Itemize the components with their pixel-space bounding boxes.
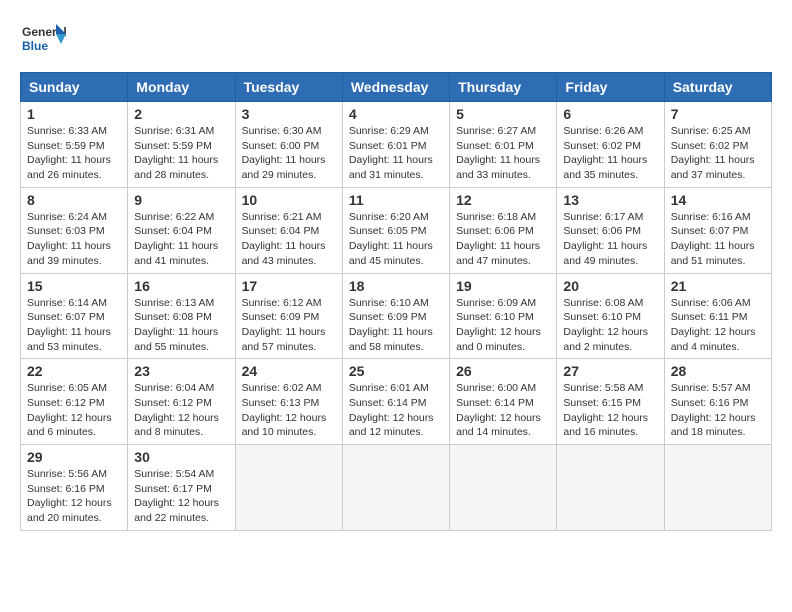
calendar-header-row: SundayMondayTuesdayWednesdayThursdayFrid… xyxy=(21,73,772,102)
calendar-day-25: 25Sunrise: 6:01 AMSunset: 6:14 PMDayligh… xyxy=(342,359,449,445)
weekday-header-wednesday: Wednesday xyxy=(342,73,449,102)
calendar-week-2: 8Sunrise: 6:24 AMSunset: 6:03 PMDaylight… xyxy=(21,187,772,273)
calendar-empty xyxy=(342,445,449,531)
calendar-day-6: 6Sunrise: 6:26 AMSunset: 6:02 PMDaylight… xyxy=(557,102,664,188)
calendar-day-13: 13Sunrise: 6:17 AMSunset: 6:06 PMDayligh… xyxy=(557,187,664,273)
svg-text:Blue: Blue xyxy=(22,39,48,53)
calendar-day-12: 12Sunrise: 6:18 AMSunset: 6:06 PMDayligh… xyxy=(450,187,557,273)
weekday-header-thursday: Thursday xyxy=(450,73,557,102)
calendar-day-22: 22Sunrise: 6:05 AMSunset: 6:12 PMDayligh… xyxy=(21,359,128,445)
calendar-week-3: 15Sunrise: 6:14 AMSunset: 6:07 PMDayligh… xyxy=(21,273,772,359)
calendar-day-10: 10Sunrise: 6:21 AMSunset: 6:04 PMDayligh… xyxy=(235,187,342,273)
calendar-day-20: 20Sunrise: 6:08 AMSunset: 6:10 PMDayligh… xyxy=(557,273,664,359)
logo: General Blue xyxy=(20,20,70,62)
calendar-empty xyxy=(557,445,664,531)
logo-svg: General Blue xyxy=(20,20,70,62)
calendar-day-8: 8Sunrise: 6:24 AMSunset: 6:03 PMDaylight… xyxy=(21,187,128,273)
calendar-day-1: 1Sunrise: 6:33 AMSunset: 5:59 PMDaylight… xyxy=(21,102,128,188)
calendar-empty xyxy=(235,445,342,531)
weekday-header-friday: Friday xyxy=(557,73,664,102)
weekday-header-sunday: Sunday xyxy=(21,73,128,102)
calendar-day-27: 27Sunrise: 5:58 AMSunset: 6:15 PMDayligh… xyxy=(557,359,664,445)
weekday-header-tuesday: Tuesday xyxy=(235,73,342,102)
calendar-day-21: 21Sunrise: 6:06 AMSunset: 6:11 PMDayligh… xyxy=(664,273,771,359)
weekday-header-saturday: Saturday xyxy=(664,73,771,102)
calendar-table: SundayMondayTuesdayWednesdayThursdayFrid… xyxy=(20,72,772,531)
calendar-day-15: 15Sunrise: 6:14 AMSunset: 6:07 PMDayligh… xyxy=(21,273,128,359)
calendar-day-11: 11Sunrise: 6:20 AMSunset: 6:05 PMDayligh… xyxy=(342,187,449,273)
calendar-day-18: 18Sunrise: 6:10 AMSunset: 6:09 PMDayligh… xyxy=(342,273,449,359)
weekday-header-monday: Monday xyxy=(128,73,235,102)
calendar-week-4: 22Sunrise: 6:05 AMSunset: 6:12 PMDayligh… xyxy=(21,359,772,445)
calendar-day-14: 14Sunrise: 6:16 AMSunset: 6:07 PMDayligh… xyxy=(664,187,771,273)
calendar-day-29: 29Sunrise: 5:56 AMSunset: 6:16 PMDayligh… xyxy=(21,445,128,531)
calendar-week-5: 29Sunrise: 5:56 AMSunset: 6:16 PMDayligh… xyxy=(21,445,772,531)
calendar-day-19: 19Sunrise: 6:09 AMSunset: 6:10 PMDayligh… xyxy=(450,273,557,359)
calendar-day-16: 16Sunrise: 6:13 AMSunset: 6:08 PMDayligh… xyxy=(128,273,235,359)
calendar-day-3: 3Sunrise: 6:30 AMSunset: 6:00 PMDaylight… xyxy=(235,102,342,188)
calendar-day-5: 5Sunrise: 6:27 AMSunset: 6:01 PMDaylight… xyxy=(450,102,557,188)
calendar-empty xyxy=(450,445,557,531)
calendar-empty xyxy=(664,445,771,531)
calendar-week-1: 1Sunrise: 6:33 AMSunset: 5:59 PMDaylight… xyxy=(21,102,772,188)
calendar-day-17: 17Sunrise: 6:12 AMSunset: 6:09 PMDayligh… xyxy=(235,273,342,359)
page-header: General Blue xyxy=(20,20,772,62)
calendar-day-7: 7Sunrise: 6:25 AMSunset: 6:02 PMDaylight… xyxy=(664,102,771,188)
calendar-day-26: 26Sunrise: 6:00 AMSunset: 6:14 PMDayligh… xyxy=(450,359,557,445)
calendar-day-2: 2Sunrise: 6:31 AMSunset: 5:59 PMDaylight… xyxy=(128,102,235,188)
calendar-day-4: 4Sunrise: 6:29 AMSunset: 6:01 PMDaylight… xyxy=(342,102,449,188)
calendar-day-30: 30Sunrise: 5:54 AMSunset: 6:17 PMDayligh… xyxy=(128,445,235,531)
calendar-day-28: 28Sunrise: 5:57 AMSunset: 6:16 PMDayligh… xyxy=(664,359,771,445)
calendar-day-9: 9Sunrise: 6:22 AMSunset: 6:04 PMDaylight… xyxy=(128,187,235,273)
calendar-day-23: 23Sunrise: 6:04 AMSunset: 6:12 PMDayligh… xyxy=(128,359,235,445)
calendar-day-24: 24Sunrise: 6:02 AMSunset: 6:13 PMDayligh… xyxy=(235,359,342,445)
